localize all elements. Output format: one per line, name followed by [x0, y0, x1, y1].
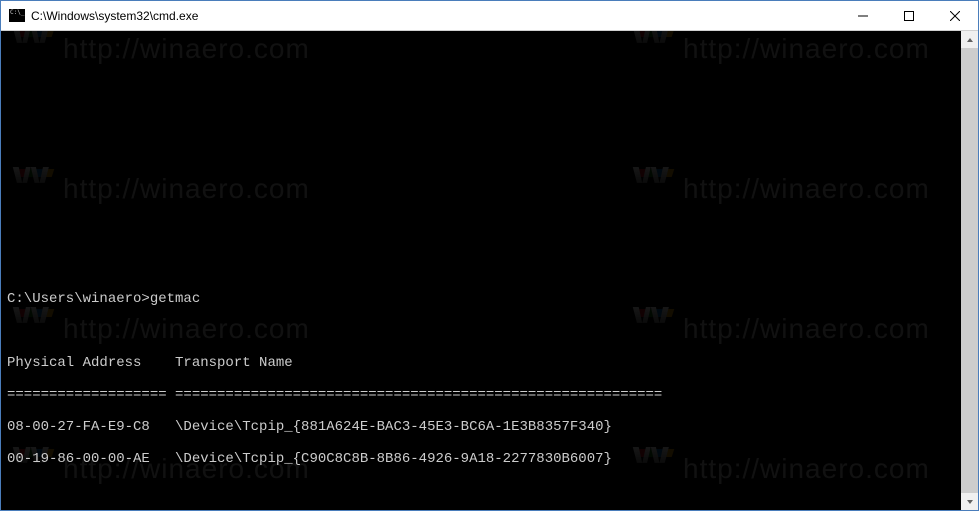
watermark-text: http://winaero.com — [63, 41, 310, 57]
scroll-down-button[interactable] — [961, 493, 978, 510]
output-line — [7, 483, 974, 499]
terminal-area[interactable]: W http://winaero.com W http://winaero.co… — [1, 31, 978, 510]
output-line — [7, 323, 974, 339]
window-controls — [840, 1, 978, 30]
titlebar[interactable]: C:\Windows\system32\cmd.exe — [1, 1, 978, 31]
scroll-up-button[interactable] — [961, 31, 978, 48]
vertical-scrollbar[interactable] — [961, 31, 978, 510]
output-line: 00-19-86-00-00-AE \Device\Tcpip_{C90C8C8… — [7, 451, 974, 467]
command: getmac — [150, 291, 200, 307]
output-line: 08-00-27-FA-E9-C8 \Device\Tcpip_{881A624… — [7, 419, 974, 435]
output-line — [7, 259, 974, 275]
window-title: C:\Windows\system32\cmd.exe — [31, 9, 840, 23]
watermark-text: http://winaero.com — [63, 181, 310, 197]
close-button[interactable] — [932, 1, 978, 30]
terminal-output: C:\Users\winaero>getmac Physical Address… — [7, 243, 974, 510]
minimize-button[interactable] — [840, 1, 886, 30]
cmd-window: C:\Windows\system32\cmd.exe W http://win… — [0, 0, 979, 511]
output-line: =================== ====================… — [7, 387, 974, 403]
prompt: C:\Users\winaero> — [7, 291, 150, 307]
maximize-button[interactable] — [886, 1, 932, 30]
cmd-icon — [9, 9, 25, 22]
scrollbar-track[interactable] — [961, 48, 978, 493]
scrollbar-thumb[interactable] — [961, 48, 978, 493]
watermark-text: http://winaero.com — [683, 41, 930, 57]
watermark-text: http://winaero.com — [683, 181, 930, 197]
output-line: Physical Address Transport Name — [7, 355, 974, 371]
output-line: C:\Users\winaero>getmac — [7, 291, 974, 307]
